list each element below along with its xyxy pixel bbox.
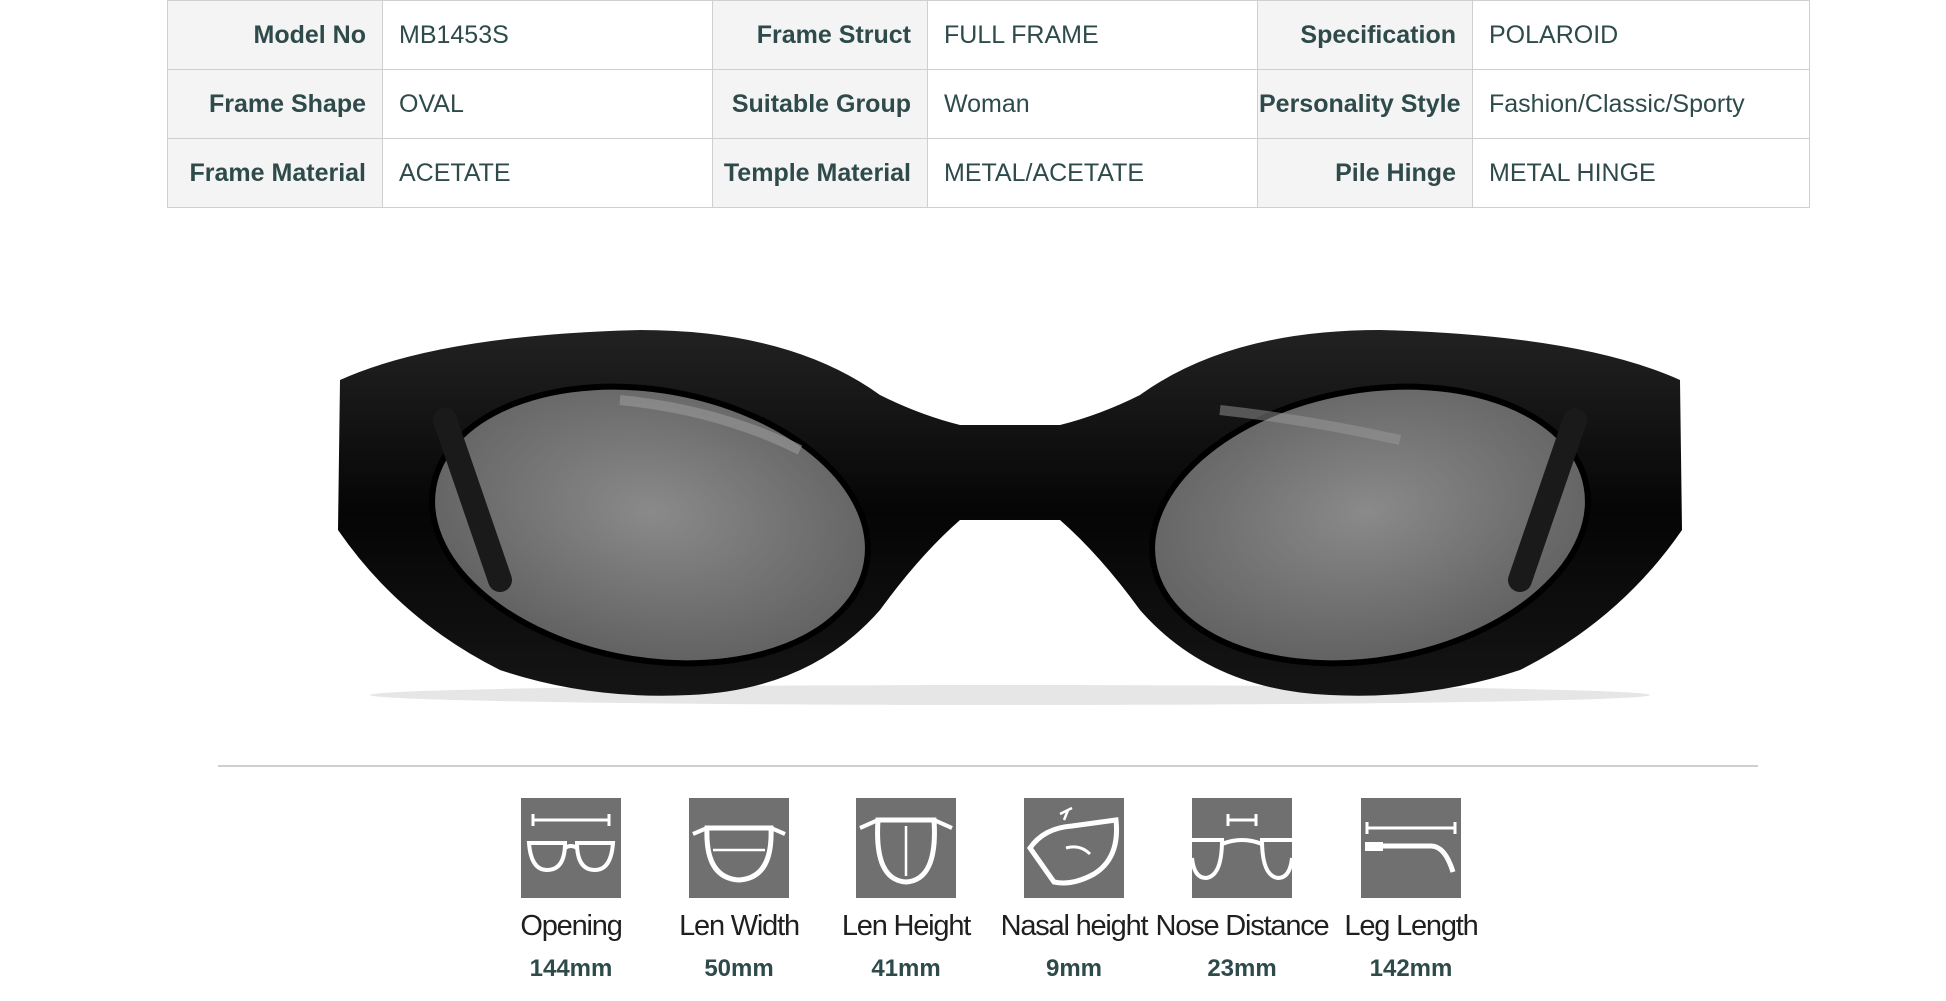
dimension-leg-length: Leg Length 142mm	[1311, 798, 1511, 983]
opening-width-icon	[521, 798, 621, 898]
nose-distance-icon	[1192, 798, 1292, 898]
spec-value: METAL/ACETATE	[927, 138, 1258, 208]
spec-label: Temple Material	[712, 138, 928, 208]
spec-label: Specification	[1257, 0, 1473, 70]
sunglasses-photo	[320, 300, 1700, 720]
spec-label: Personality Style	[1257, 69, 1473, 139]
lens-width-icon	[689, 798, 789, 898]
spec-row: Frame Shape OVAL Suitable Group Woman Pe…	[167, 69, 1810, 139]
spec-row: Model No MB1453S Frame Struct FULL FRAME…	[167, 0, 1810, 70]
dimension-label: Leg Length	[1344, 910, 1478, 942]
product-detail-page: Model No MB1453S Frame Struct FULL FRAME…	[0, 0, 1946, 1001]
divider-top	[218, 765, 1758, 767]
spec-table: Model No MB1453S Frame Struct FULL FRAME…	[167, 0, 1810, 208]
spec-label: Frame Material	[167, 138, 383, 208]
spec-value: POLAROID	[1472, 0, 1810, 70]
lens-height-icon	[856, 798, 956, 898]
spec-label: Frame Shape	[167, 69, 383, 139]
spec-value: OVAL	[382, 69, 713, 139]
spec-value: FULL FRAME	[927, 0, 1258, 70]
dimensions-panel: Opening 144mm Len Width 50mm Len Height …	[0, 798, 1946, 998]
spec-label: Frame Struct	[712, 0, 928, 70]
spec-label: Suitable Group	[712, 69, 928, 139]
spec-value: Woman	[927, 69, 1258, 139]
spec-row: Frame Material ACETATE Temple Material M…	[167, 138, 1810, 208]
nasal-height-icon	[1024, 798, 1124, 898]
spec-value: Fashion/Classic/Sporty	[1472, 69, 1810, 139]
leg-length-icon	[1361, 798, 1461, 898]
spec-label: Pile Hinge	[1257, 138, 1473, 208]
oval-black-sunglasses-photo	[338, 330, 1682, 705]
spec-value: METAL HINGE	[1472, 138, 1810, 208]
spec-label: Model No	[167, 0, 383, 70]
spec-value: ACETATE	[382, 138, 713, 208]
spec-value: MB1453S	[382, 0, 713, 70]
dimension-value: 142mm	[1369, 955, 1453, 982]
